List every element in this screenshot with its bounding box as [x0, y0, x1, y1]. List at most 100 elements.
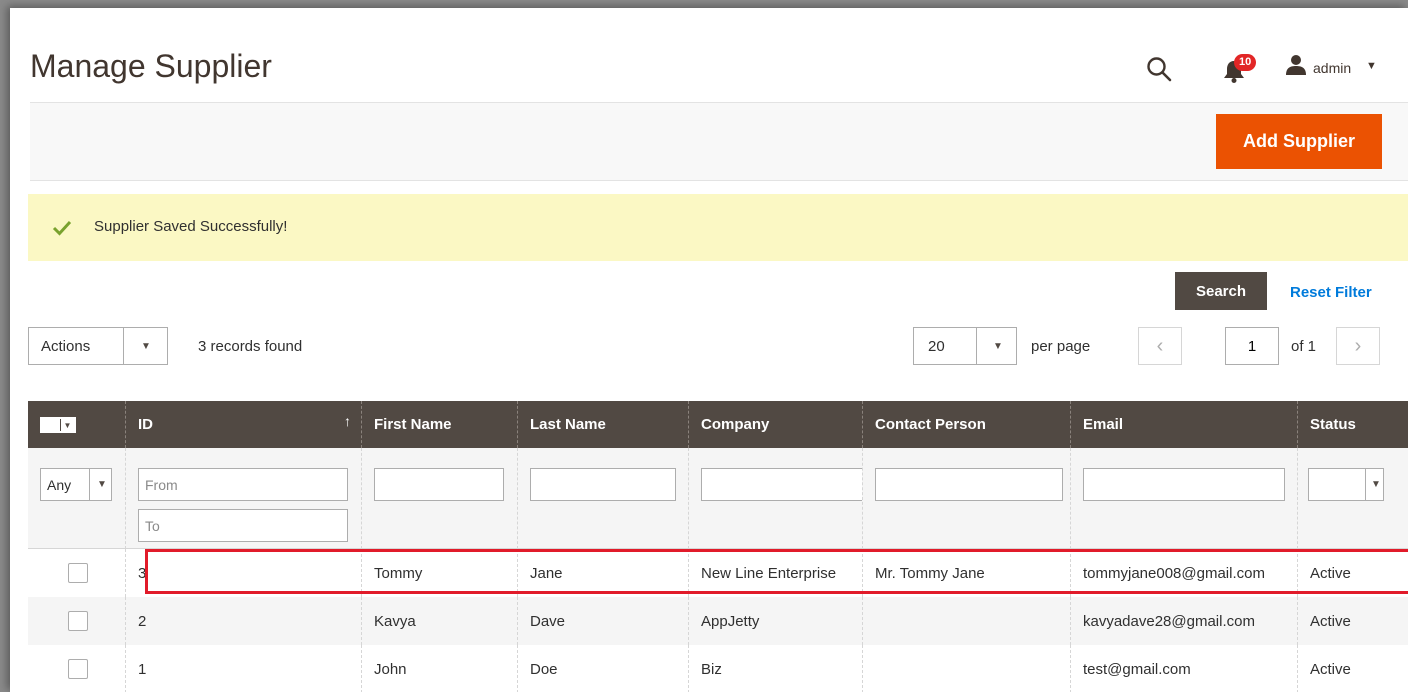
- chevron-down-icon: ▼: [993, 341, 1003, 352]
- cell-email: kavyadave28@gmail.com: [1071, 597, 1298, 645]
- row-checkbox[interactable]: [68, 563, 88, 583]
- chevron-down-icon: ▼: [60, 419, 74, 431]
- cell-id: 3: [126, 549, 362, 597]
- chevron-left-icon: ‹: [1156, 334, 1164, 357]
- cell-email: tommyjane008@gmail.com: [1071, 549, 1298, 597]
- column-label: Last Name: [530, 416, 606, 433]
- contact-person-filter-input[interactable]: [875, 468, 1063, 501]
- user-icon[interactable]: [1285, 54, 1307, 76]
- user-menu-label[interactable]: admin: [1313, 60, 1351, 76]
- per-page-value: 20: [928, 338, 945, 355]
- select-divider: [1365, 469, 1366, 500]
- email-filter-input[interactable]: [1083, 468, 1285, 501]
- filter-cell: Any ▼: [28, 448, 126, 549]
- table-row[interactable]: 3 Tommy Jane New Line Enterprise Mr. Tom…: [28, 549, 1408, 597]
- cell-contact-person: Mr. Tommy Jane: [863, 549, 1071, 597]
- id-from-input[interactable]: [138, 468, 348, 501]
- column-label: Company: [701, 416, 770, 433]
- column-label: ID: [138, 416, 153, 433]
- page-actions-bar: [30, 103, 1408, 181]
- row-checkbox[interactable]: [68, 659, 88, 679]
- cell-company: Biz: [689, 645, 863, 692]
- row-select-cell: [28, 549, 126, 597]
- cell-company: New Line Enterprise: [689, 549, 863, 597]
- mass-select-header[interactable]: ▼: [28, 401, 126, 448]
- column-header-company[interactable]: Company: [689, 401, 863, 448]
- grid-filters: Any ▼ ▼: [28, 448, 1408, 549]
- column-header-last-name[interactable]: Last Name: [518, 401, 689, 448]
- select-divider: [89, 469, 90, 500]
- per-page-select[interactable]: 20 ▼: [913, 327, 1017, 365]
- grid-header: ▼ ID ↑ First Name Last Name Company Cont…: [28, 401, 1408, 448]
- success-message: Supplier Saved Successfully!: [28, 194, 1408, 261]
- admin-window: Manage Supplier 10 admin ▼ Add Supplier …: [10, 8, 1408, 692]
- cell-last-name: Jane: [518, 549, 689, 597]
- cell-last-name: Doe: [518, 645, 689, 692]
- filter-cell: [518, 448, 689, 549]
- filter-cell: [689, 448, 863, 549]
- chevron-down-icon: ▼: [141, 341, 151, 352]
- previous-page-button[interactable]: ‹: [1138, 327, 1182, 365]
- select-divider: [123, 328, 124, 364]
- row-select-cell: [28, 597, 126, 645]
- filter-cell: [863, 448, 1071, 549]
- chevron-down-icon: ▼: [97, 479, 107, 490]
- table-row[interactable]: 1 John Doe Biz test@gmail.com Active: [28, 645, 1408, 692]
- cell-company: AppJetty: [689, 597, 863, 645]
- per-page-label: per page: [1031, 338, 1091, 355]
- actions-label: Actions: [41, 338, 91, 355]
- filter-cell: [1071, 448, 1298, 549]
- chevron-right-icon: ›: [1354, 334, 1362, 357]
- cell-last-name: Dave: [518, 597, 689, 645]
- filter-cell: ▼: [1298, 448, 1408, 549]
- cell-email: test@gmail.com: [1071, 645, 1298, 692]
- first-name-filter-input[interactable]: [374, 468, 504, 501]
- mass-select-checkbox[interactable]: ▼: [40, 417, 76, 433]
- company-filter-input[interactable]: [701, 468, 862, 501]
- column-header-status[interactable]: Status: [1298, 401, 1408, 448]
- cell-id: 2: [126, 597, 362, 645]
- row-select-cell: [28, 645, 126, 692]
- column-header-first-name[interactable]: First Name: [362, 401, 518, 448]
- next-page-button[interactable]: ›: [1336, 327, 1380, 365]
- mass-actions-select[interactable]: Actions ▼: [28, 327, 168, 365]
- cell-status: Active: [1310, 660, 1351, 678]
- cell-contact-person: [863, 645, 1071, 692]
- reset-filter-link[interactable]: Reset Filter: [1290, 284, 1372, 301]
- column-header-contact-person[interactable]: Contact Person: [863, 401, 1071, 448]
- status-filter-select[interactable]: ▼: [1308, 468, 1384, 501]
- column-label: Email: [1083, 416, 1124, 433]
- cell-first-name: Kavya: [362, 597, 518, 645]
- search-button[interactable]: Search: [1175, 272, 1267, 310]
- search-icon[interactable]: [1146, 56, 1172, 82]
- last-name-filter-input[interactable]: [530, 468, 676, 501]
- cell-contact-person: [863, 597, 1071, 645]
- notification-badge: 10: [1234, 54, 1257, 71]
- mass-filter-select[interactable]: Any ▼: [40, 468, 112, 501]
- column-label: Status: [1310, 416, 1356, 433]
- caret-down-icon[interactable]: ▼: [1366, 60, 1377, 72]
- page-number-input[interactable]: [1225, 327, 1279, 365]
- notifications-button[interactable]: 10: [1222, 54, 1262, 84]
- any-label: Any: [47, 477, 72, 493]
- filter-cell: [126, 448, 362, 549]
- check-icon: [52, 220, 72, 236]
- cell-status: Active: [1310, 612, 1351, 630]
- sort-asc-icon: ↑: [344, 413, 351, 429]
- column-header-id[interactable]: ID ↑: [126, 401, 362, 448]
- add-supplier-button[interactable]: Add Supplier: [1216, 114, 1382, 169]
- column-header-email[interactable]: Email: [1071, 401, 1298, 448]
- row-checkbox[interactable]: [68, 611, 88, 631]
- cell-first-name: Tommy: [362, 549, 518, 597]
- chevron-down-icon: ▼: [1371, 479, 1381, 490]
- cell-status: Active: [1310, 564, 1351, 582]
- table-row[interactable]: 2 Kavya Dave AppJetty kavyadave28@gmail.…: [28, 597, 1408, 645]
- page-title: Manage Supplier: [30, 48, 272, 84]
- message-text: Supplier Saved Successfully!: [94, 218, 288, 235]
- filter-cell: [362, 448, 518, 549]
- id-to-input[interactable]: [138, 509, 348, 542]
- cell-first-name: John: [362, 645, 518, 692]
- column-label: Contact Person: [875, 416, 986, 433]
- records-count: 3 records found: [198, 338, 303, 355]
- cell-id: 1: [126, 645, 362, 692]
